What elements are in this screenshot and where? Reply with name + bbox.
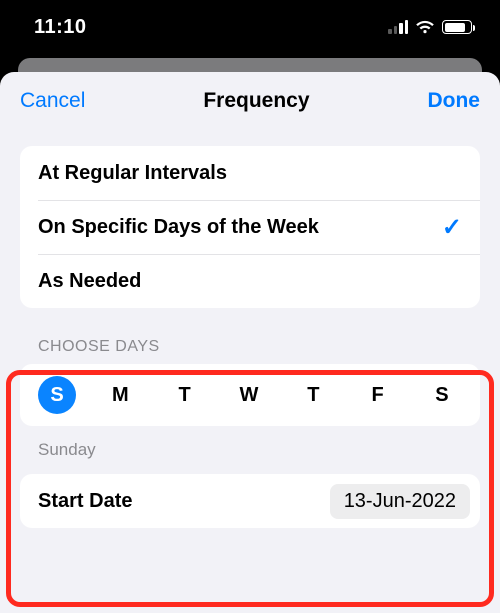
- navigation-bar: Cancel Frequency Done: [0, 72, 500, 130]
- start-date-row[interactable]: Start Date 13-Jun-2022: [20, 474, 480, 528]
- done-button[interactable]: Done: [427, 89, 480, 113]
- battery-icon: [442, 20, 472, 34]
- day-monday[interactable]: M: [100, 375, 140, 415]
- cancel-button[interactable]: Cancel: [20, 89, 85, 113]
- status-indicators: [388, 20, 472, 34]
- selected-day-label: Sunday: [38, 440, 480, 460]
- day-friday[interactable]: F: [358, 375, 398, 415]
- status-bar: 11:10: [0, 0, 500, 54]
- option-regular-intervals[interactable]: At Regular Intervals: [20, 146, 480, 200]
- day-saturday[interactable]: S: [422, 375, 462, 415]
- page-title: Frequency: [203, 89, 309, 113]
- day-tuesday[interactable]: T: [165, 375, 205, 415]
- option-specific-days[interactable]: On Specific Days of the Week ✓: [20, 200, 480, 254]
- checkmark-icon: ✓: [442, 213, 462, 242]
- choose-days-header: CHOOSE DAYS: [38, 338, 480, 356]
- day-wednesday[interactable]: W: [229, 375, 269, 415]
- option-label: On Specific Days of the Week: [38, 216, 319, 239]
- status-time: 11:10: [34, 16, 87, 39]
- wifi-icon: [415, 20, 435, 34]
- option-as-needed[interactable]: As Needed: [20, 254, 480, 308]
- start-date-label: Start Date: [38, 490, 132, 513]
- frequency-options-group: At Regular Intervals On Specific Days of…: [20, 146, 480, 308]
- start-date-value[interactable]: 13-Jun-2022: [330, 484, 470, 519]
- option-label: As Needed: [38, 270, 141, 293]
- cellular-icon: [388, 20, 408, 34]
- day-thursday[interactable]: T: [293, 375, 333, 415]
- day-sunday[interactable]: S: [38, 376, 76, 414]
- days-of-week-picker: S M T W T F S: [20, 364, 480, 426]
- modal-sheet: Cancel Frequency Done At Regular Interva…: [0, 72, 500, 613]
- option-label: At Regular Intervals: [38, 162, 227, 185]
